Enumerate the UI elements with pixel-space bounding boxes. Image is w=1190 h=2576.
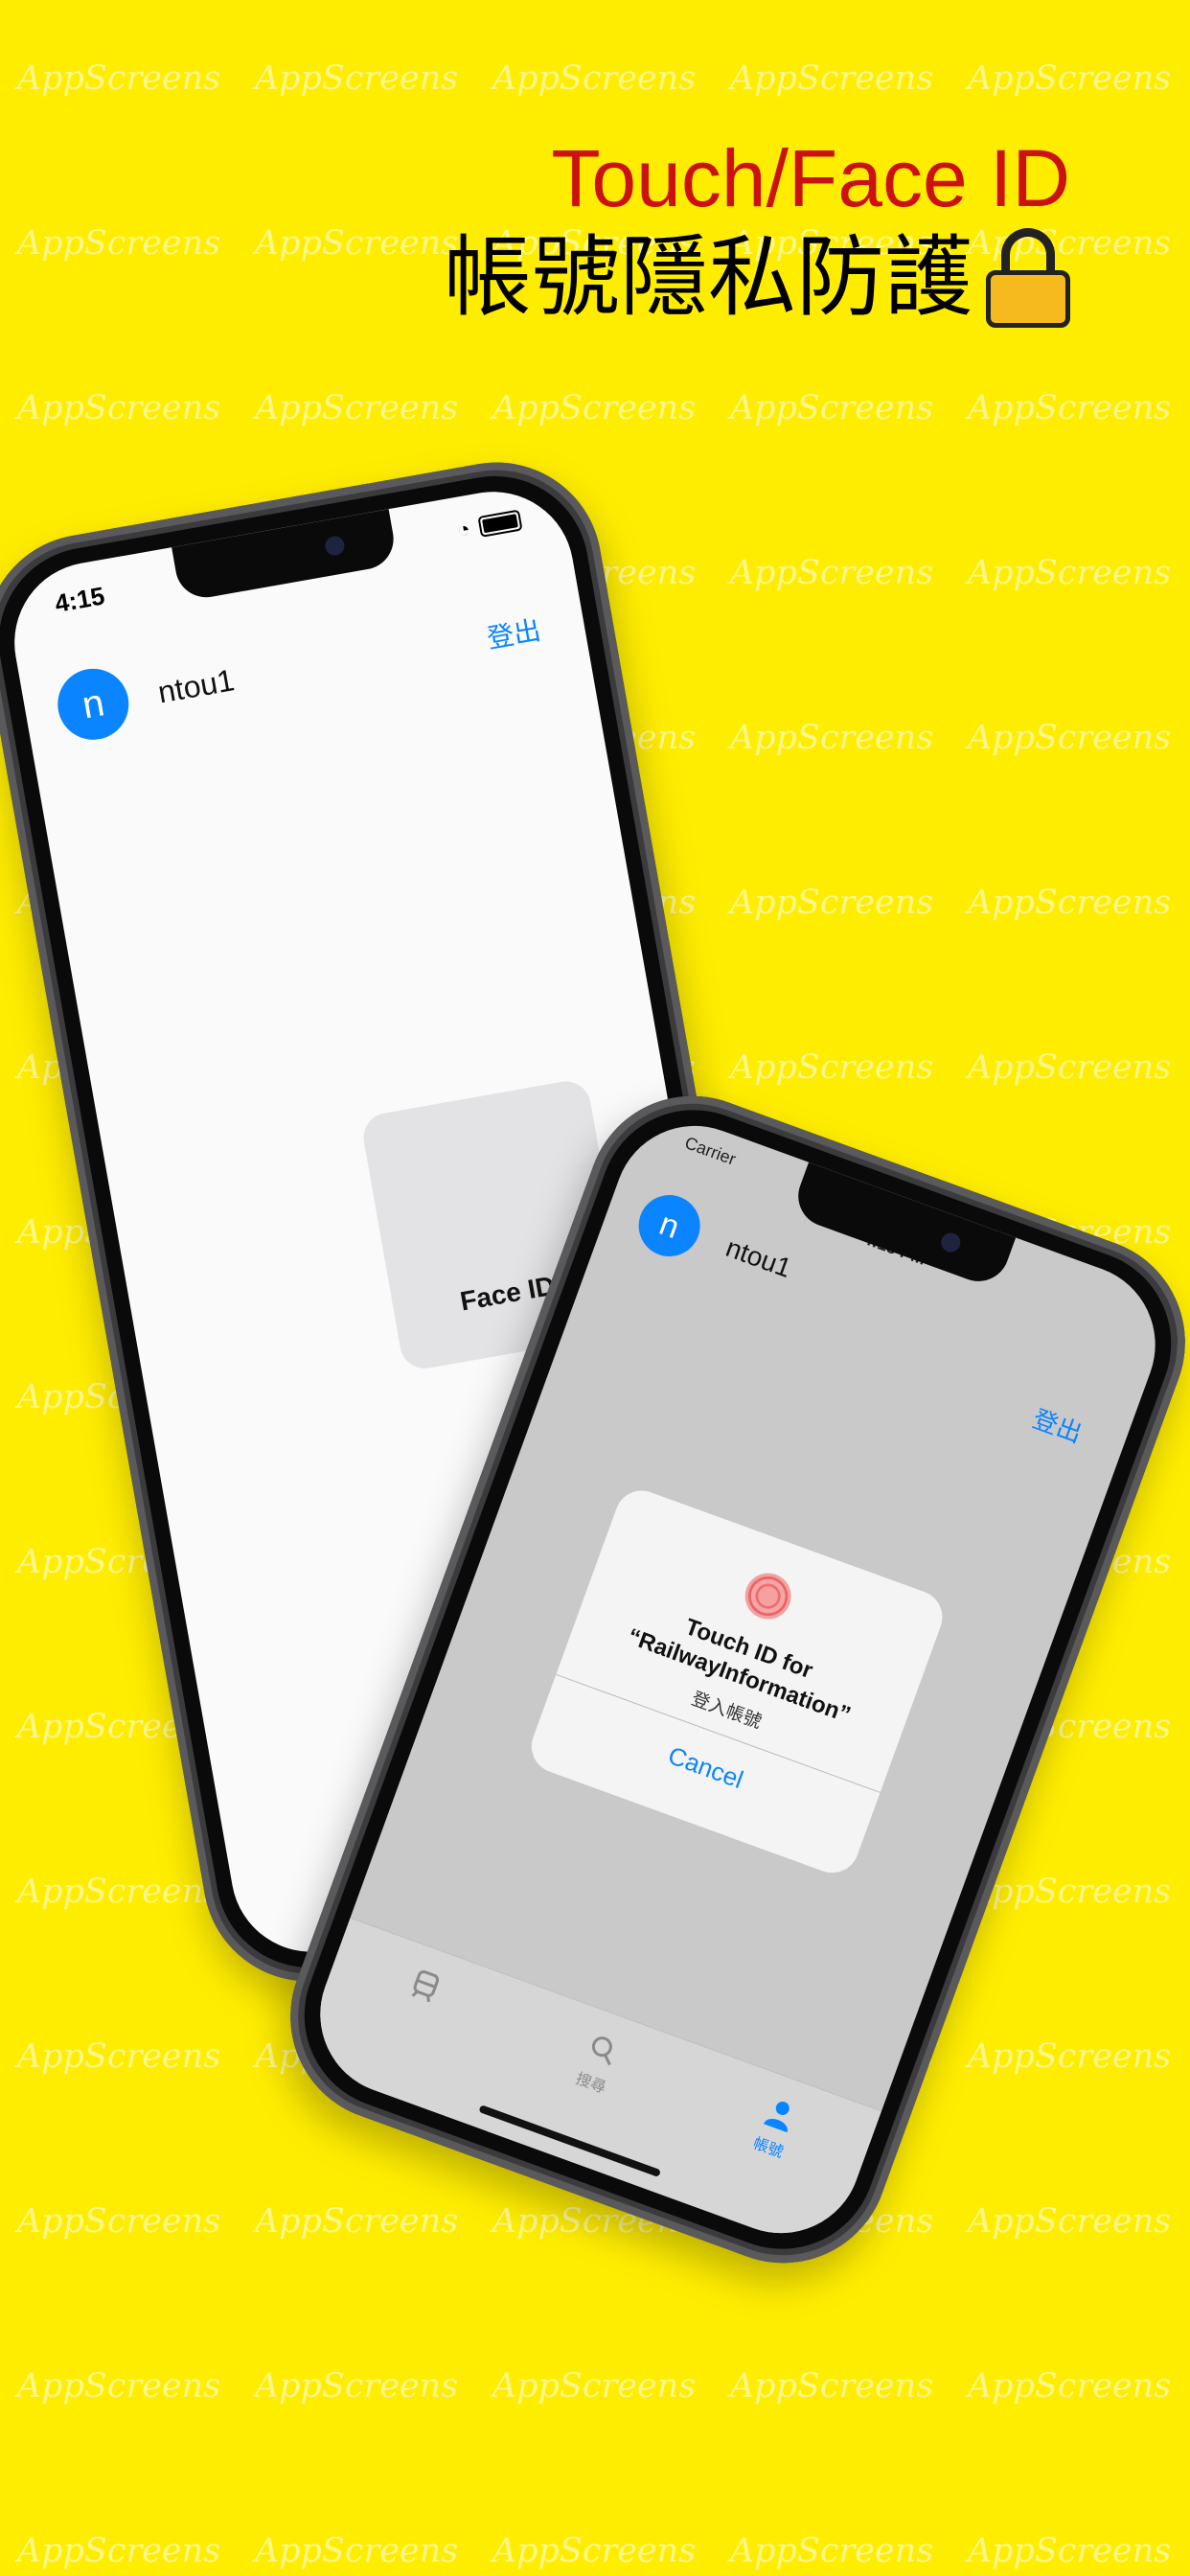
- person-icon: [764, 2101, 790, 2133]
- watermark-text: AppScreens: [729, 59, 934, 98]
- watermark-text: AppScreens: [492, 389, 697, 427]
- watermark-text: AppScreens: [492, 2367, 697, 2405]
- watermark-text: AppScreens: [967, 1048, 1172, 1087]
- tab-account[interactable]: 帳號: [711, 2080, 840, 2176]
- watermark-text: AppScreens: [729, 884, 934, 922]
- touchid-alert: Touch ID for “RailwayInformation” 登入帳號 C…: [523, 1483, 950, 1881]
- watermark-text: AppScreens: [16, 2367, 221, 2405]
- account-row: n ntou1: [52, 645, 240, 746]
- headline-subtitle: 帳號隱私防護: [444, 224, 1070, 332]
- watermark-text: AppScreens: [254, 2367, 459, 2405]
- logout-button[interactable]: 登出: [484, 610, 543, 656]
- watermark-text: AppScreens: [967, 554, 1172, 592]
- watermark-text: AppScreens: [16, 2037, 221, 2076]
- avatar: n: [629, 1186, 709, 1266]
- tab-search[interactable]: 搜尋: [534, 2015, 663, 2112]
- watermark-text: AppScreens: [729, 719, 934, 757]
- watermark-text: AppScreens: [492, 2532, 697, 2570]
- tab-bar: 搜尋 帳號: [297, 1917, 882, 2256]
- camera-icon: [938, 1230, 964, 1255]
- watermark-text: AppScreens: [16, 2532, 221, 2570]
- watermark-text: AppScreens: [729, 389, 934, 427]
- lock-icon: [986, 228, 1070, 328]
- search-icon: [591, 2036, 612, 2066]
- battery-icon: [477, 509, 523, 538]
- watermark-text: AppScreens: [492, 59, 697, 98]
- headline-subtitle-text: 帳號隱私防護: [443, 226, 973, 329]
- tab-label: 帳號: [750, 2135, 786, 2162]
- watermark-text: AppScreens: [729, 554, 934, 592]
- username: ntou1: [155, 661, 238, 710]
- watermark-text: AppScreens: [967, 2532, 1172, 2570]
- train-icon: [411, 1970, 440, 2003]
- headline: Touch/Face ID 帳號隱私防護: [444, 132, 1070, 332]
- watermark-text: AppScreens: [967, 2037, 1172, 2076]
- watermark-text: AppScreens: [16, 59, 221, 98]
- watermark-text: AppScreens: [254, 389, 459, 427]
- watermark-text: AppScreens: [729, 1048, 934, 1087]
- wifi-icon: ◔: [455, 516, 472, 542]
- watermark-text: AppScreens: [729, 2367, 934, 2405]
- status-time: 4:15: [52, 581, 107, 618]
- username: ntou1: [721, 1231, 796, 1283]
- watermark-text: AppScreens: [16, 389, 221, 427]
- watermark-text: AppScreens: [254, 59, 459, 98]
- logout-button[interactable]: 登出: [1028, 1399, 1087, 1450]
- headline-title: Touch/Face ID: [551, 133, 1070, 223]
- tab-label: 搜尋: [573, 2070, 608, 2097]
- fingerprint-icon: [738, 1566, 798, 1626]
- watermark-text: AppScreens: [967, 389, 1172, 427]
- watermark-text: AppScreens: [967, 719, 1172, 757]
- watermark-text: AppScreens: [254, 224, 459, 263]
- camera-icon: [323, 534, 347, 558]
- watermark-text: AppScreens: [254, 2202, 459, 2241]
- watermark-text: AppScreens: [967, 2202, 1172, 2241]
- watermark-text: AppScreens: [967, 2367, 1172, 2405]
- account-row: n ntou1: [629, 1186, 801, 1299]
- watermark-text: AppScreens: [729, 2532, 934, 2570]
- tab-train[interactable]: [364, 1950, 485, 2026]
- carrier-label: Carrier: [682, 1133, 739, 1169]
- watermark-text: AppScreens: [16, 2202, 221, 2241]
- watermark-text: AppScreens: [967, 884, 1172, 922]
- watermark-text: AppScreens: [16, 224, 221, 263]
- avatar: n: [52, 662, 135, 746]
- watermark-text: AppScreens: [967, 59, 1172, 98]
- watermark-text: AppScreens: [254, 2532, 459, 2570]
